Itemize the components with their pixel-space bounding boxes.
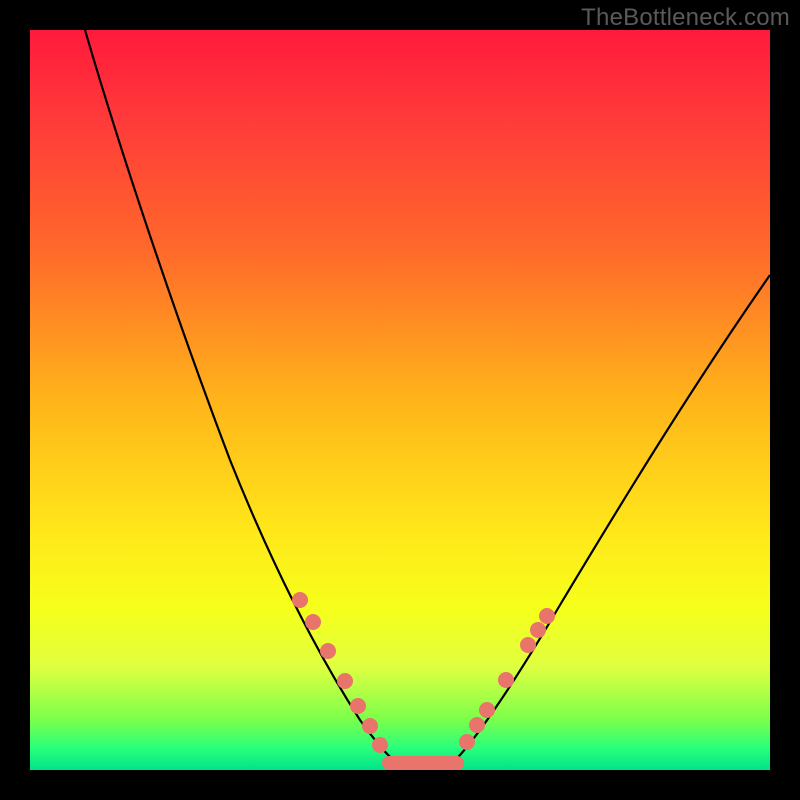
left-marker-7 — [372, 737, 388, 753]
right-marker-3 — [479, 702, 495, 718]
left-marker-1 — [292, 592, 308, 608]
left-marker-5 — [350, 698, 366, 714]
right-marker-2 — [469, 717, 485, 733]
right-marker-6 — [530, 622, 546, 638]
right-marker-5 — [520, 637, 536, 653]
plot-area — [30, 30, 770, 770]
left-marker-3 — [320, 643, 336, 659]
left-marker-6 — [362, 718, 378, 734]
left-marker-2 — [305, 614, 321, 630]
right-marker-1 — [459, 734, 475, 750]
right-marker-7 — [539, 608, 555, 624]
chart-svg — [30, 30, 770, 770]
left-curve — [85, 30, 400, 765]
watermark-text: TheBottleneck.com — [581, 4, 790, 32]
chart-frame: TheBottleneck.com — [0, 0, 800, 800]
valley-floor — [382, 756, 464, 770]
right-marker-4 — [498, 672, 514, 688]
left-marker-4 — [337, 673, 353, 689]
right-curve — [450, 275, 770, 765]
